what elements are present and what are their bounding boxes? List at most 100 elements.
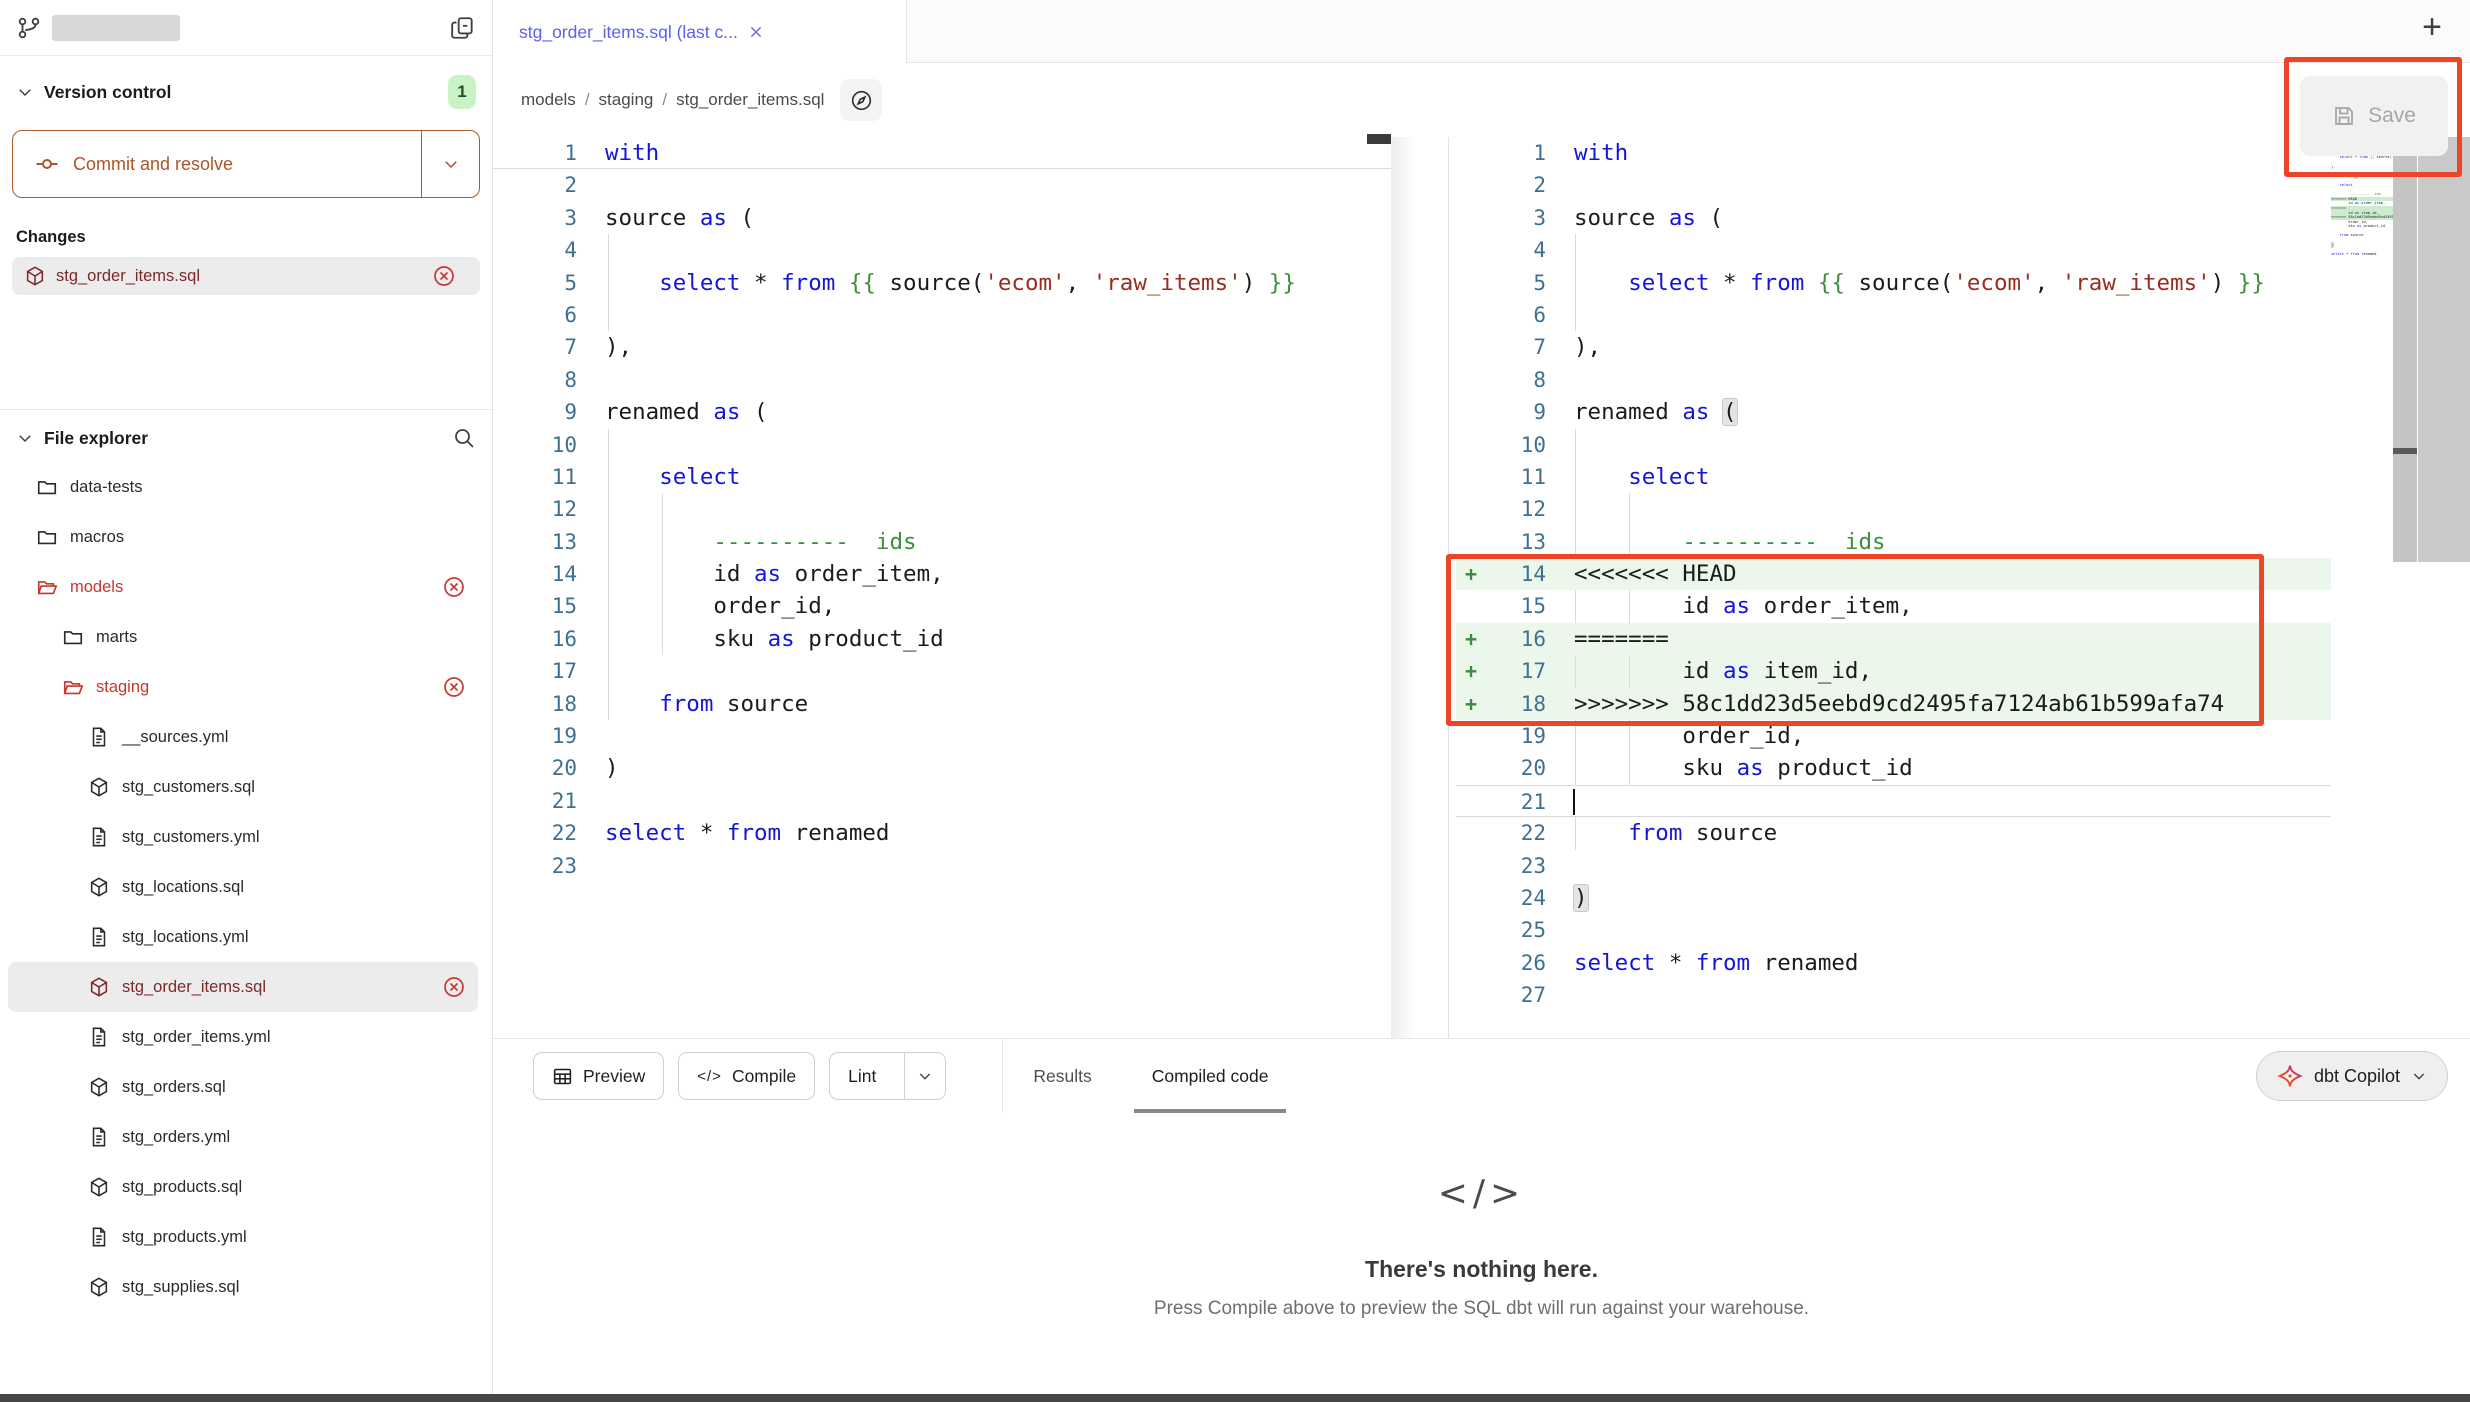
search-icon[interactable]: [452, 426, 476, 450]
lint-button[interactable]: Lint: [829, 1052, 946, 1100]
close-icon[interactable]: [748, 24, 764, 40]
code-line-12[interactable]: 12: [1456, 493, 2331, 525]
file-tree-item-models[interactable]: models: [0, 562, 478, 612]
minimap[interactable]: withsource as ( select * from {{ source(…: [2331, 137, 2393, 417]
code-line-14[interactable]: +14<<<<<<< HEAD: [1456, 558, 2331, 590]
compile-button[interactable]: </> Compile: [678, 1052, 815, 1100]
commit-and-resolve-button[interactable]: Commit and resolve: [12, 130, 480, 198]
code-line-7[interactable]: 7),: [1456, 331, 2331, 363]
code-line-9[interactable]: 9renamed as (: [493, 396, 1391, 428]
breadcrumb-segment[interactable]: staging: [599, 90, 654, 109]
file-tree-item-stg-products-yml[interactable]: stg_products.yml: [0, 1212, 478, 1262]
lint-label[interactable]: Lint: [830, 1053, 894, 1099]
file-tree-item-stg-order-items-yml[interactable]: stg_order_items.yml: [0, 1012, 478, 1062]
breadcrumb-segment[interactable]: models: [521, 90, 576, 109]
lineage-compass-icon[interactable]: [840, 79, 882, 121]
code-line-20[interactable]: 20 sku as product_id: [1456, 752, 2331, 784]
file-tree-item--sources-yml[interactable]: __sources.yml: [0, 712, 478, 762]
code-line-5[interactable]: 5 select * from {{ source('ecom', 'raw_i…: [1456, 267, 2331, 299]
code-line-7[interactable]: 7),: [493, 331, 1391, 363]
code-line-22[interactable]: 22 from source: [1456, 817, 2331, 849]
file-tree-item-stg-order-items-sql[interactable]: stg_order_items.sql: [8, 962, 478, 1012]
tab-stg-order-items[interactable]: stg_order_items.sql (last c...: [493, 0, 907, 64]
file-tree-item-stg-orders-sql[interactable]: stg_orders.sql: [0, 1062, 478, 1112]
file-explorer-header[interactable]: File explorer: [0, 414, 492, 462]
editor-pane-left[interactable]: 1with23source as (45 select * from {{ so…: [493, 137, 1391, 1038]
code-line-2[interactable]: 2: [493, 169, 1391, 201]
save-button[interactable]: Save: [2300, 76, 2448, 156]
new-tab-plus-icon[interactable]: +: [2414, 6, 2450, 48]
lint-options-caret[interactable]: [904, 1053, 945, 1099]
commit-options-caret[interactable]: [421, 131, 479, 197]
file-tree-item-macros[interactable]: macros: [0, 512, 478, 562]
editor-pane-right[interactable]: 1with23source as (45 select * from {{ so…: [1456, 137, 2331, 1038]
code-line-5[interactable]: 5 select * from {{ source('ecom', 'raw_i…: [493, 267, 1391, 299]
copy-icon[interactable]: [450, 15, 476, 41]
code-line-11[interactable]: 11 select: [1456, 461, 2331, 493]
code-line-19[interactable]: 19: [493, 720, 1391, 752]
panel-tab-compiled-code[interactable]: Compiled code: [1122, 1039, 1299, 1114]
code-line-21[interactable]: 21: [1456, 785, 2331, 817]
code-line-1[interactable]: 1with: [493, 137, 1391, 169]
breadcrumb-segment[interactable]: stg_order_items.sql: [676, 90, 824, 109]
code-line-13[interactable]: 13 ---------- ids: [493, 526, 1391, 558]
code-line-17[interactable]: 17: [493, 655, 1391, 687]
file-tree-item-staging[interactable]: staging: [0, 662, 478, 712]
conflict-x-icon[interactable]: [442, 575, 466, 599]
file-tree-item-marts[interactable]: marts: [0, 612, 478, 662]
code-line-3[interactable]: 3source as (: [1456, 202, 2331, 234]
file-tree-item-stg-locations-yml[interactable]: stg_locations.yml: [0, 912, 478, 962]
code-line-15[interactable]: 15 id as order_item,: [1456, 590, 2331, 622]
code-line-14[interactable]: 14 id as order_item,: [493, 558, 1391, 590]
changed-file-item[interactable]: stg_order_items.sql: [12, 257, 480, 295]
code-line-10[interactable]: 10: [1456, 429, 2331, 461]
minimap-slider[interactable]: [2393, 137, 2417, 562]
code-line-17[interactable]: +17 id as item_id,: [1456, 655, 2331, 687]
code-line-21[interactable]: 21: [493, 785, 1391, 817]
code-line-25[interactable]: 25: [1456, 914, 2331, 946]
code-line-16[interactable]: 16 sku as product_id: [493, 623, 1391, 655]
code-line-19[interactable]: 19 order_id,: [1456, 720, 2331, 752]
dbt-copilot-button[interactable]: dbt Copilot: [2256, 1051, 2448, 1101]
code-line-12[interactable]: 12: [493, 493, 1391, 525]
code-line-2[interactable]: 2: [1456, 169, 2331, 201]
code-line-1[interactable]: 1with: [1456, 137, 2331, 169]
file-tree-item-stg-supplies-sql[interactable]: stg_supplies.sql: [0, 1262, 478, 1312]
code-line-27[interactable]: 27: [1456, 979, 2331, 1011]
code-line-8[interactable]: 8: [1456, 364, 2331, 396]
code-line-15[interactable]: 15 order_id,: [493, 590, 1391, 622]
code-line-16[interactable]: +16=======: [1456, 623, 2331, 655]
file-tree-item-stg-orders-yml[interactable]: stg_orders.yml: [0, 1112, 478, 1162]
code-line-20[interactable]: 20): [493, 752, 1391, 784]
code-line-6[interactable]: 6: [1456, 299, 2331, 331]
conflict-x-icon[interactable]: [442, 675, 466, 699]
code-line-23[interactable]: 23: [493, 850, 1391, 882]
code-line-23[interactable]: 23: [1456, 850, 2331, 882]
code-line-22[interactable]: 22select * from renamed: [493, 817, 1391, 849]
file-tree-item-stg-products-sql[interactable]: stg_products.sql: [0, 1162, 478, 1212]
code-line-4[interactable]: 4: [1456, 234, 2331, 266]
version-control-header[interactable]: Version control 1: [0, 68, 492, 116]
code-line-4[interactable]: 4: [493, 234, 1391, 266]
branch-name-redacted[interactable]: [52, 15, 180, 41]
code-line-9[interactable]: 9renamed as (: [1456, 396, 2331, 428]
code-line-13[interactable]: 13 ---------- ids: [1456, 526, 2331, 558]
code-line-6[interactable]: 6: [493, 299, 1391, 331]
conflict-x-icon[interactable]: [442, 975, 466, 999]
file-tree-item-stg-customers-sql[interactable]: stg_customers.sql: [0, 762, 478, 812]
editor-scrollbar[interactable]: [2418, 137, 2470, 562]
conflict-x-icon[interactable]: [432, 264, 456, 288]
file-tree-item-data-tests[interactable]: data-tests: [0, 462, 478, 512]
code-line-18[interactable]: +18>>>>>>> 58c1dd23d5eebd9cd2495fa7124ab…: [1456, 688, 2331, 720]
panel-tab-results[interactable]: Results: [1003, 1039, 1121, 1114]
file-tree-item-stg-locations-sql[interactable]: stg_locations.sql: [0, 862, 478, 912]
preview-button[interactable]: Preview: [533, 1052, 664, 1100]
code-line-8[interactable]: 8: [493, 364, 1391, 396]
code-line-3[interactable]: 3source as (: [493, 202, 1391, 234]
code-line-10[interactable]: 10: [493, 429, 1391, 461]
code-line-18[interactable]: 18 from source: [493, 688, 1391, 720]
code-line-11[interactable]: 11 select: [493, 461, 1391, 493]
code-line-26[interactable]: 26select * from renamed: [1456, 947, 2331, 979]
code-line-24[interactable]: 24): [1456, 882, 2331, 914]
file-tree-item-stg-customers-yml[interactable]: stg_customers.yml: [0, 812, 478, 862]
